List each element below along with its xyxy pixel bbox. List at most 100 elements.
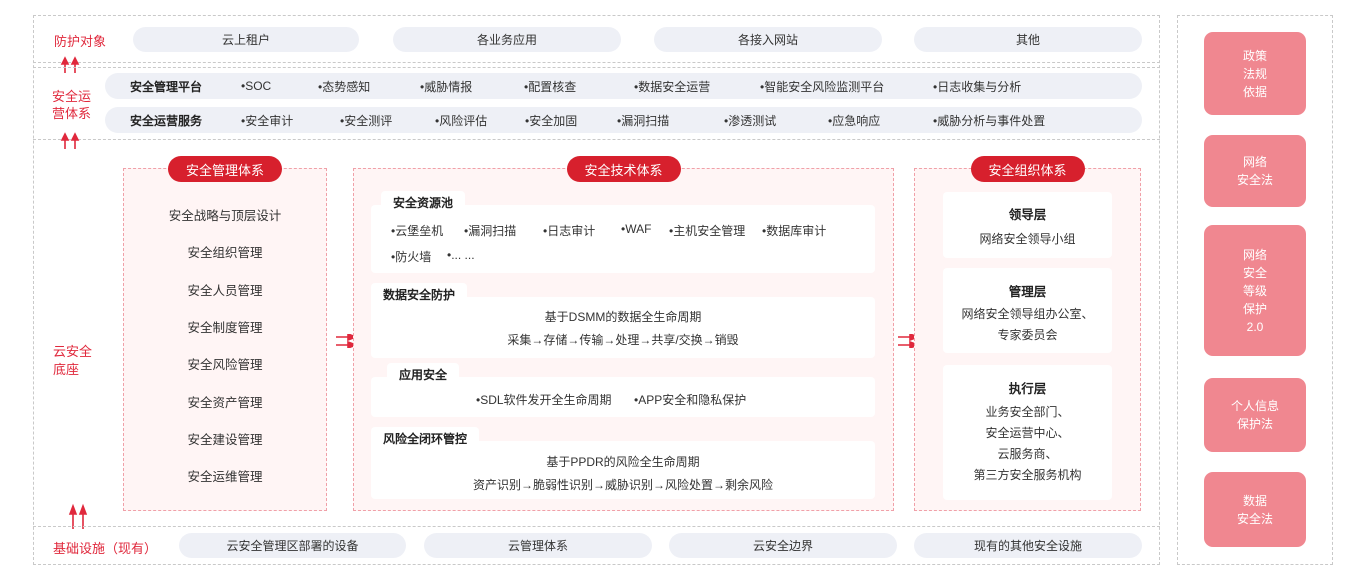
regulation-line: 数据 <box>1242 493 1267 508</box>
manager-line: 网络安全领导组办公室、 <box>961 307 1094 321</box>
manager-card: 管理层 网络安全领导组办公室、 专家委员会 <box>943 268 1112 353</box>
resource-item: •防火墙 <box>391 250 432 264</box>
protection-item: 各业务应用 <box>393 27 621 52</box>
risk-control-line: 资产识别→脆弱性识别→威胁识别→风险处置→剩余风险 <box>472 478 773 492</box>
executor-line: 第三方安全服务机构 <box>973 468 1082 482</box>
regulation-line: 网络 <box>1242 247 1267 262</box>
infrastructure-label: 基础设施（现有） <box>53 541 158 556</box>
risk-control-title: 风险全闭环管控 <box>371 427 480 449</box>
resource-item: •... ... <box>447 248 475 262</box>
regulation-line: 法规 <box>1242 66 1267 81</box>
service-item: •渗透测试 <box>724 113 777 128</box>
technology-title: 安全技术体系 <box>566 156 681 182</box>
operations-label-line: 营体系 <box>52 106 92 121</box>
app-security-card: 应用安全 •SDL软件发开全生命周期 •APP安全和隐私保护 <box>371 363 875 417</box>
data-protection-line: 基于DSMM的数据全生命周期 <box>544 310 702 324</box>
resource-item: •主机安全管理 <box>669 224 746 238</box>
organization-panel: 安全组织体系 领导层 网络安全领导小组 管理层 网络安全领导组办公室、 专家委员… <box>914 156 1141 511</box>
data-protection-card: 数据安全防护 基于DSMM的数据全生命周期 采集→存储→传输→处理→共享/交换→… <box>371 283 875 358</box>
service-bar: 安全运营服务 •安全审计 •安全测评 •风险评估 •安全加固 •漏洞扫描 •渗透… <box>105 107 1142 133</box>
leader-card: 领导层 网络安全领导小组 <box>943 192 1112 258</box>
infrastructure-item: 云安全边界 <box>669 533 897 558</box>
infrastructure-item: 云管理体系 <box>424 533 652 558</box>
regulation-line: 保护法 <box>1236 417 1273 431</box>
resource-item: •WAF <box>621 222 652 236</box>
executor-card: 执行层 业务安全部门、 安全运营中心、 云服务商、 第三方安全服务机构 <box>943 365 1112 500</box>
resource-item: •云堡垒机 <box>391 224 444 238</box>
service-item: •安全加固 <box>525 113 578 128</box>
platform-item: •态势感知 <box>318 79 371 94</box>
service-item: •风险评估 <box>435 113 488 128</box>
resource-item: •日志审计 <box>543 224 596 238</box>
service-item: •安全审计 <box>241 113 294 128</box>
risk-control-line: 基于PPDR的风险全生命周期 <box>546 455 700 469</box>
protection-item: 云上租户 <box>133 27 359 52</box>
infrastructure-item: 云安全管理区部署的设备 <box>179 533 406 558</box>
infrastructure-item: 现有的其他安全设施 <box>914 533 1142 558</box>
management-item: 安全制度管理 <box>187 321 263 336</box>
platform-item: •威胁情报 <box>420 79 473 94</box>
platform-item: •配置核查 <box>524 79 577 94</box>
app-security-item: •APP安全和隐私保护 <box>634 393 747 407</box>
risk-control-card: 风险全闭环管控 基于PPDR的风险全生命周期 资产识别→脆弱性识别→威胁识别→风… <box>371 427 875 499</box>
regulation-line: 保护 <box>1242 301 1267 316</box>
platform-item: •数据安全运营 <box>634 79 711 94</box>
regulation-line: 等级 <box>1242 283 1267 298</box>
executor-line: 安全运营中心、 <box>985 426 1070 440</box>
management-item: 安全资产管理 <box>187 395 263 410</box>
regulation-box: 政策 法规 依据 <box>1204 32 1306 115</box>
management-item: 安全风险管理 <box>187 358 263 373</box>
resource-item: •漏洞扫描 <box>464 224 517 238</box>
platform-item: •智能安全风险监测平台 <box>760 79 885 94</box>
service-item: •威胁分析与事件处置 <box>933 113 1046 128</box>
regulation-line: 依据 <box>1242 84 1267 99</box>
management-item: 安全组织管理 <box>187 246 263 261</box>
regulation-box: 数据 安全法 <box>1204 472 1306 547</box>
resource-item: •数据库审计 <box>762 224 827 238</box>
regulation-box: 网络 安全 等级 保护 2.0 <box>1204 225 1306 356</box>
leader-title: 领导层 <box>1008 208 1047 222</box>
service-item: •漏洞扫描 <box>617 113 670 128</box>
protection-item: 其他 <box>914 27 1142 52</box>
executor-title: 执行层 <box>1008 382 1047 396</box>
platform-bar: 安全管理平台 •SOC •态势感知 •威胁情报 •配置核查 •数据安全运营 •智… <box>105 73 1142 99</box>
manager-title: 管理层 <box>1008 285 1047 299</box>
service-item: •应急响应 <box>828 113 881 128</box>
management-item: 安全运维管理 <box>187 470 263 485</box>
regulation-line: 政策 <box>1242 48 1267 63</box>
platform-item: •日志收集与分析 <box>933 79 1022 94</box>
technology-panel: 安全技术体系 安全资源池 •云堡垒机 •漏洞扫描 •日志审计 •WAF •主机安… <box>353 156 894 511</box>
management-item: 安全建设管理 <box>187 432 263 447</box>
platform-title: 安全管理平台 <box>130 79 203 94</box>
management-item: 安全战略与顶层设计 <box>168 209 282 224</box>
leader-line: 网络安全领导小组 <box>979 232 1076 246</box>
regulation-line: 安全 <box>1242 265 1267 280</box>
regulation-box: 网络 安全法 <box>1204 135 1306 207</box>
data-protection-title: 数据安全防护 <box>371 283 468 305</box>
regulation-line: 个人信息 <box>1230 399 1279 413</box>
app-security-item: •SDL软件发开全生命周期 <box>476 393 612 407</box>
platform-item: •SOC <box>241 79 272 93</box>
management-panel: 安全管理体系 安全战略与顶层设计 安全组织管理 安全人员管理 安全制度管理 安全… <box>123 156 327 511</box>
executor-line: 业务安全部门、 <box>985 405 1070 419</box>
manager-line: 专家委员会 <box>997 328 1058 342</box>
management-title: 安全管理体系 <box>167 156 283 182</box>
management-item: 安全人员管理 <box>187 283 263 298</box>
operations-label: 安全运 营体系 <box>52 88 91 122</box>
regulation-box: 个人信息 保护法 <box>1204 378 1306 452</box>
regulation-line: 网络 <box>1242 155 1267 169</box>
up-arrow-icon <box>60 132 80 149</box>
protection-item: 各接入网站 <box>654 27 882 52</box>
app-security-title: 应用安全 <box>387 363 460 385</box>
regulation-line: 2.0 <box>1246 319 1264 334</box>
regulation-line: 安全法 <box>1236 173 1273 187</box>
foundation-label-line: 底座 <box>53 362 80 377</box>
foundation-label-line: 云安全 <box>53 344 93 359</box>
data-protection-line: 采集→存储→传输→处理→共享/交换→销毁 <box>507 333 739 347</box>
management-list: 安全战略与顶层设计 安全组织管理 安全人员管理 安全制度管理 安全风险管理 安全… <box>124 196 326 494</box>
foundation-label: 云安全 底座 <box>53 343 92 379</box>
service-title: 安全运营服务 <box>130 113 203 128</box>
service-item: •安全测评 <box>340 113 393 128</box>
protection-label: 防护对象 <box>54 34 107 49</box>
operations-label-line: 安全运 <box>52 89 92 104</box>
